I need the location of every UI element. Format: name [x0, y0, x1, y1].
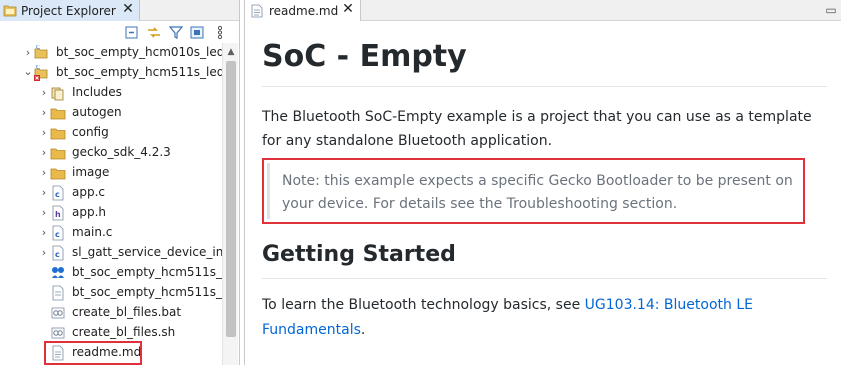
tree-item-autogen[interactable]: › autogen: [0, 103, 222, 123]
blockquote-bar: [267, 163, 270, 219]
markdown-preview: SoC - Empty The Bluetooth SoC-Empty exam…: [245, 21, 841, 365]
chevron-right-icon[interactable]: ›: [39, 107, 49, 118]
scrollbar-thumb[interactable]: [226, 61, 236, 337]
readme-highlight-box: [44, 341, 142, 365]
chevron-down-icon[interactable]: ⌄: [23, 66, 33, 77]
doc-title: SoC - Empty: [262, 39, 467, 74]
chevron-right-icon[interactable]: ›: [39, 87, 49, 98]
getting-started-text: To learn the Bluetooth technology basics…: [262, 297, 585, 313]
explorer-vertical-scrollbar[interactable]: ▲: [222, 43, 238, 365]
filter-icon[interactable]: [168, 25, 184, 40]
tree-item-label: app.h: [72, 205, 107, 219]
chevron-right-icon[interactable]: ›: [39, 187, 49, 198]
intro-paragraph: The Bluetooth SoC-Empty example is a pro…: [262, 109, 812, 149]
svg-text:C: C: [36, 65, 40, 71]
tree-item-label: bt_soc_empty_hcm511s_le: [72, 285, 222, 299]
collapse-all-icon[interactable]: [124, 25, 140, 40]
tree-item-app-h[interactable]: › h app.h: [0, 203, 222, 223]
svg-text:c: c: [55, 250, 60, 259]
editor-panel: readme.md ✕ ▭ SoC - Empty The Bluetooth …: [244, 0, 841, 365]
tree-item-label: autogen: [72, 105, 122, 119]
tree-item-includes[interactable]: › Includes: [0, 83, 222, 103]
svg-text:c: c: [55, 190, 60, 199]
readme-editor-tab[interactable]: readme.md ✕: [245, 0, 361, 21]
tree-item-create-bl-bat[interactable]: create_bl_files.bat: [0, 303, 222, 323]
tree-item-gecko-sdk[interactable]: › gecko_sdk_4.2.3: [0, 143, 222, 163]
title-divider: [262, 86, 827, 87]
tree-item-main-c[interactable]: › c main.c: [0, 223, 222, 243]
editor-tab-bar: readme.md ✕ ▭: [245, 0, 841, 21]
folder-icon: [50, 128, 66, 140]
c-file-icon: c: [52, 185, 64, 201]
tree-item-sl-gatt-service[interactable]: › c sl_gatt_service_device_info: [0, 243, 222, 263]
chevron-right-icon[interactable]: ›: [23, 47, 33, 58]
tree-item-label: image: [72, 165, 110, 179]
explorer-toolbar: [0, 21, 239, 43]
project-explorer-icon: [3, 5, 17, 17]
tree-item-label: create_bl_files.sh: [72, 325, 176, 339]
tree-item-app-c[interactable]: › c app.c: [0, 183, 222, 203]
slcp-file-icon: [52, 267, 64, 278]
getting-started-paragraph: To learn the Bluetooth technology basics…: [262, 293, 832, 343]
scroll-up-icon[interactable]: ▲: [223, 45, 239, 59]
close-icon[interactable]: ✕: [341, 1, 355, 17]
view-menu-icon[interactable]: [215, 25, 225, 40]
getting-started-heading: Getting Started: [262, 242, 456, 267]
tree-item-label: gecko_sdk_4.2.3: [72, 145, 171, 159]
chevron-right-icon[interactable]: ›: [39, 227, 49, 238]
tree-item-config[interactable]: › config: [0, 123, 222, 143]
tree-item-label: create_bl_files.bat: [72, 305, 182, 319]
script-file-icon: [51, 327, 65, 339]
folder-icon: [50, 108, 66, 120]
script-file-icon: [51, 307, 65, 319]
tree-item-label: sl_gatt_service_device_info: [72, 245, 222, 259]
project-error-icon: C: [34, 65, 48, 81]
note-blockquote: Note: this example expects a specific Ge…: [282, 173, 793, 212]
explorer-tab-bar-space: [140, 0, 239, 21]
getting-started-suffix: .: [360, 322, 366, 338]
note-highlight-box: Note: this example expects a specific Ge…: [262, 158, 805, 224]
chevron-right-icon[interactable]: ›: [39, 127, 49, 138]
tree-item-image[interactable]: › image: [0, 163, 222, 183]
project-explorer-panel: Project Explorer ✕ › C bt_soc_empty_hcm0…: [0, 0, 240, 365]
tree-item-label: bt_soc_empty_hcm511s_le: [72, 265, 222, 279]
svg-text:h: h: [55, 210, 61, 219]
chevron-right-icon[interactable]: ›: [39, 247, 49, 258]
tree-item-project-hcm010s[interactable]: › C bt_soc_empty_hcm010s_led: [0, 43, 222, 63]
tree-item-create-bl-sh[interactable]: create_bl_files.sh: [0, 323, 222, 343]
tree-item-label: bt_soc_empty_hcm511s_led: [56, 65, 222, 79]
tree-item-label: app.c: [72, 185, 105, 199]
tree-item-label: config: [72, 125, 109, 139]
tree-item-label: Includes: [72, 85, 122, 99]
project-icon: C: [34, 45, 48, 59]
markdown-file-icon: [251, 4, 263, 17]
c-file-icon: c: [52, 225, 64, 241]
readme-tab-title: readme.md: [269, 3, 339, 18]
folder-icon: [50, 168, 66, 180]
tree-item-slcp-file[interactable]: bt_soc_empty_hcm511s_le: [0, 263, 222, 283]
explorer-tab-bar: Project Explorer ✕: [0, 0, 239, 21]
maximize-icon[interactable]: ▭: [824, 3, 838, 17]
project-tree: › C bt_soc_empty_hcm010s_led ⌄ C bt_soc_…: [0, 43, 222, 365]
folder-icon: [50, 148, 66, 160]
focus-icon[interactable]: [189, 25, 205, 40]
h-file-icon: h: [52, 205, 64, 221]
chevron-right-icon[interactable]: ›: [39, 207, 49, 218]
tree-item-label: bt_soc_empty_hcm010s_led: [56, 45, 222, 59]
tree-item-text-file[interactable]: bt_soc_empty_hcm511s_le: [0, 283, 222, 303]
close-icon[interactable]: ✕: [121, 1, 135, 17]
includes-icon: [51, 87, 64, 101]
tree-item-label: main.c: [72, 225, 113, 239]
tree-item-project-hcm511s[interactable]: ⌄ C bt_soc_empty_hcm511s_led: [0, 63, 222, 83]
project-explorer-tab-title: Project Explorer: [21, 3, 116, 18]
chevron-right-icon[interactable]: ›: [39, 167, 49, 178]
svg-text:C: C: [36, 45, 40, 51]
link-with-editor-icon[interactable]: [146, 25, 162, 40]
svg-text:c: c: [55, 230, 60, 239]
chevron-right-icon[interactable]: ›: [39, 147, 49, 158]
project-explorer-tab[interactable]: Project Explorer ✕: [0, 0, 140, 21]
text-file-icon: [52, 285, 64, 301]
heading-divider: [262, 278, 827, 279]
c-file-icon: c: [52, 245, 64, 261]
